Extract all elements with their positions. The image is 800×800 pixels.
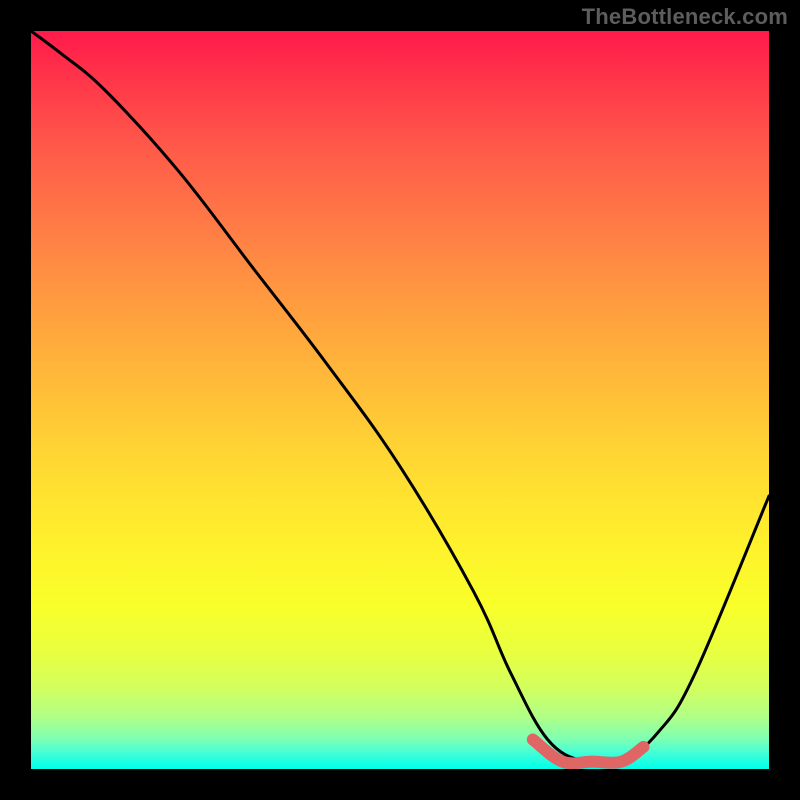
chart-frame: TheBottleneck.com — [0, 0, 800, 800]
curve-layer — [31, 31, 769, 769]
plot-area — [31, 31, 769, 769]
bottleneck-curve — [31, 31, 769, 765]
watermark-text: TheBottleneck.com — [582, 4, 788, 30]
